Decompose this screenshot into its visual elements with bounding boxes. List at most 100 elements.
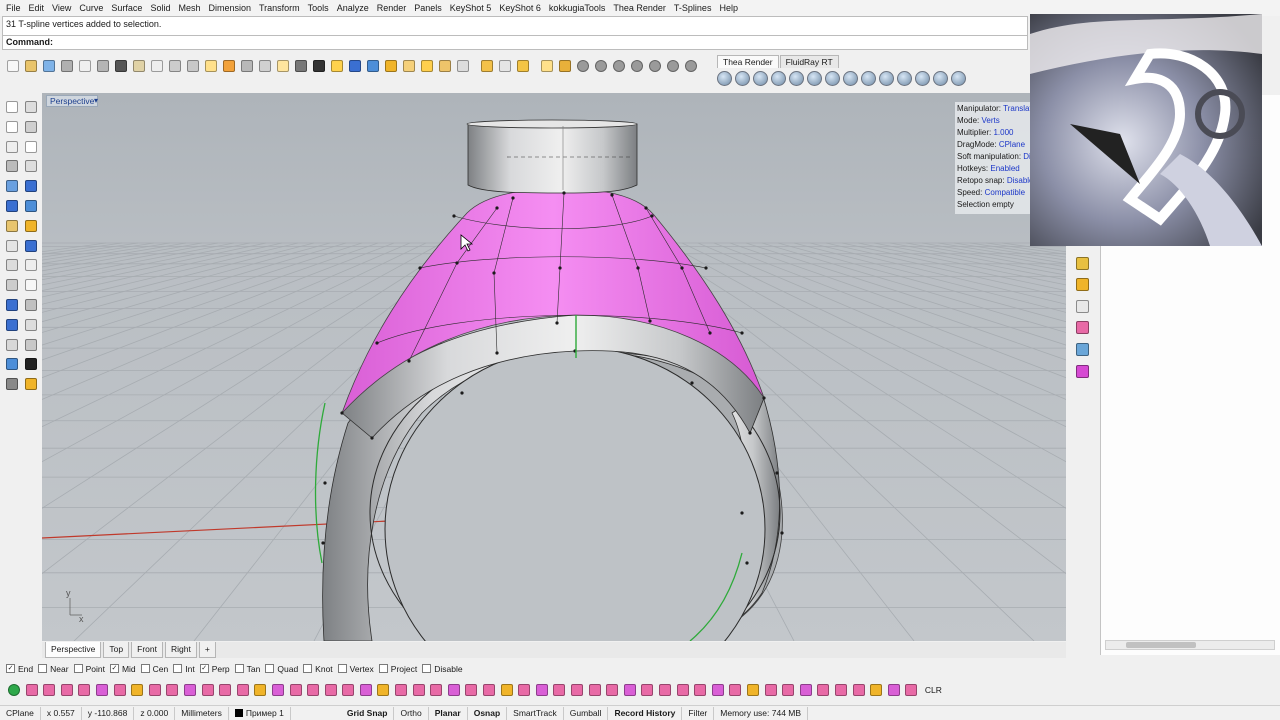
left-tool-26-icon[interactable] [23,337,39,353]
grid-snap-toggle[interactable]: Grid Snap [341,706,395,720]
left-tool-29-icon[interactable] [4,376,20,392]
toolbar-tool-3-icon[interactable] [40,58,57,75]
tspline-vertex[interactable] [740,511,744,515]
tspline-vertex[interactable] [650,214,654,218]
toolbar-tool-30-icon[interactable] [538,58,555,75]
toolbar-tool-25-icon[interactable] [436,58,453,75]
toolbar-tool-1-icon[interactable] [4,58,21,75]
osnap-mid[interactable]: ✓ Mid [109,664,136,674]
bottom-tool-27-icon[interactable] [463,682,479,698]
left-tool-15-icon[interactable] [4,238,20,254]
bottom-tool-3-icon[interactable] [41,682,57,698]
tspline-vertex[interactable] [708,331,712,335]
right-tool-4-icon[interactable] [1074,320,1090,336]
bottom-tool-23-icon[interactable] [393,682,409,698]
osnap-near[interactable]: Near [38,664,69,674]
bottom-tool-9-icon[interactable] [147,682,163,698]
tspline-vertex[interactable] [780,531,784,535]
left-tool-19-icon[interactable] [4,277,20,293]
tspline-vertex[interactable] [323,481,327,485]
scroll-thumb[interactable] [1126,642,1196,648]
viewport-menu-arrow-icon[interactable]: ▾ [94,95,98,106]
toolbar-tool-12-icon[interactable] [202,58,219,75]
osnap-perp-checkbox[interactable]: ✓ [199,664,209,673]
planar-toggle[interactable]: Planar [429,706,468,720]
osnap-quad[interactable]: Quad [265,664,298,674]
tspline-vertex[interactable] [452,214,456,218]
osnap-cen[interactable]: Cen [140,664,168,674]
bottom-tool-17-icon[interactable] [288,682,304,698]
left-tool-8-icon[interactable] [23,158,39,174]
render-tool-5-icon[interactable] [646,58,663,75]
tspline-vertex[interactable] [690,381,694,385]
left-tool-1-icon[interactable] [4,99,20,115]
hud-value[interactable]: 1.000 [993,128,1013,137]
toolbar-tool-20-icon[interactable] [346,58,363,75]
bottom-tool-4-icon[interactable] [59,682,75,698]
left-tool-27-icon[interactable] [4,356,20,372]
menu-item-surface[interactable]: Surface [107,0,146,16]
bottom-tool-25-icon[interactable] [428,682,444,698]
menu-item-view[interactable]: View [48,0,75,16]
viewport-tab-top[interactable]: Top [103,642,130,658]
menu-item-panels[interactable]: Panels [410,0,446,16]
left-tool-20-icon[interactable] [23,277,39,293]
tspline-vertex[interactable] [558,266,562,270]
tspline-vertex[interactable] [460,391,464,395]
viewport-tab-front[interactable]: Front [131,642,163,658]
osnap-cen-checkbox[interactable] [140,664,150,673]
thea-tool-4-icon[interactable] [771,70,786,86]
status-layer[interactable]: Пример 1 [229,706,291,720]
hud-value[interactable]: CPlane [999,140,1025,149]
osnap-end-checkbox[interactable]: ✓ [6,664,15,673]
menu-item-thea-render[interactable]: Thea Render [609,0,670,16]
tspline-vertex[interactable] [762,396,766,400]
bottom-tool-2-icon[interactable] [24,682,40,698]
bottom-tool-1-icon[interactable] [6,682,22,698]
left-tool-10-icon[interactable] [23,178,39,194]
bottom-tool-13-icon[interactable] [217,682,233,698]
clear-selection-button[interactable]: CLR [925,685,942,695]
toolbar-tool-29-icon[interactable] [514,58,531,75]
left-tool-28-icon[interactable] [23,356,39,372]
bottom-tool-21-icon[interactable] [358,682,374,698]
render-tool-3-icon[interactable] [610,58,627,75]
viewport-tab-perspective[interactable]: Perspective [45,642,102,658]
osnap-quad-checkbox[interactable] [265,664,275,673]
toolbar-tool-27-icon[interactable] [478,58,495,75]
toolbar-tool-24-icon[interactable] [418,58,435,75]
osnap-tan[interactable]: Tan [234,664,260,674]
viewport-tab-right[interactable]: Right [164,642,197,658]
thea-tool-9-icon[interactable] [861,70,876,86]
thea-tool-8-icon[interactable] [843,70,858,86]
render-tool-7-icon[interactable] [682,58,699,75]
left-tool-11-icon[interactable] [4,198,20,214]
bottom-tool-36-icon[interactable] [622,682,638,698]
bottom-tool-12-icon[interactable] [200,682,216,698]
thea-tool-5-icon[interactable] [789,70,804,86]
bottom-tool-52-icon[interactable] [903,682,919,698]
toolbar-tool-6-icon[interactable] [94,58,111,75]
viewport-tab-add[interactable]: + [198,642,216,658]
toolbar-tool-10-icon[interactable] [166,58,183,75]
hud-value[interactable]: Verts [981,116,999,125]
bottom-tool-35-icon[interactable] [604,682,620,698]
bottom-tool-30-icon[interactable] [516,682,532,698]
toolbar-tool-22-icon[interactable] [382,58,399,75]
menu-item-curve[interactable]: Curve [75,0,107,16]
bottom-tool-26-icon[interactable] [446,682,462,698]
right-tool-5-icon[interactable] [1074,341,1090,357]
toolbar-tool-11-icon[interactable] [184,58,201,75]
viewport-canvas[interactable] [42,93,1066,641]
menu-item-file[interactable]: File [2,0,25,16]
left-tool-16-icon[interactable] [23,238,39,254]
osnap-disable-checkbox[interactable] [422,664,432,673]
tspline-vertex[interactable] [648,319,652,323]
thea-tool-10-icon[interactable] [879,70,894,86]
thea-tool-13-icon[interactable] [933,70,948,86]
left-tool-21-icon[interactable] [4,297,20,313]
left-tool-22-icon[interactable] [23,297,39,313]
osnap-toggle[interactable]: Osnap [468,706,508,720]
toolbar-tool-26-icon[interactable] [454,58,471,75]
bottom-tool-8-icon[interactable] [129,682,145,698]
